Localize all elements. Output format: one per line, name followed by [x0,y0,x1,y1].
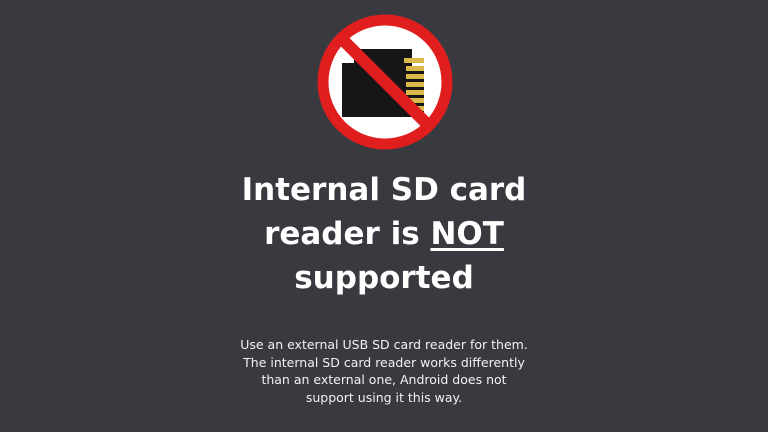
headline-line-3: supported [294,260,474,296]
message-line-4: support using it this way. [305,389,463,405]
unsupported-reader-screen: Internal SD card reader is NOT supported… [0,0,768,432]
explanation-message: Use an external USB SD card reader for t… [224,336,544,406]
headline-line-2: reader is NOT [0,212,768,256]
headline-line-1: Internal SD card [241,172,527,208]
message-line-1: Use an external USB SD card reader for t… [240,337,528,352]
headline-emphasis-not: NOT [430,216,504,252]
message-line-2: The internal SD card reader works differ… [243,354,525,370]
headline: Internal SD card reader is NOT supported [0,168,768,300]
message-line-3: than an external one, Android does not [261,372,507,387]
headline-line-2-prefix: reader is [264,216,431,252]
no-sd-card-icon [316,13,454,151]
